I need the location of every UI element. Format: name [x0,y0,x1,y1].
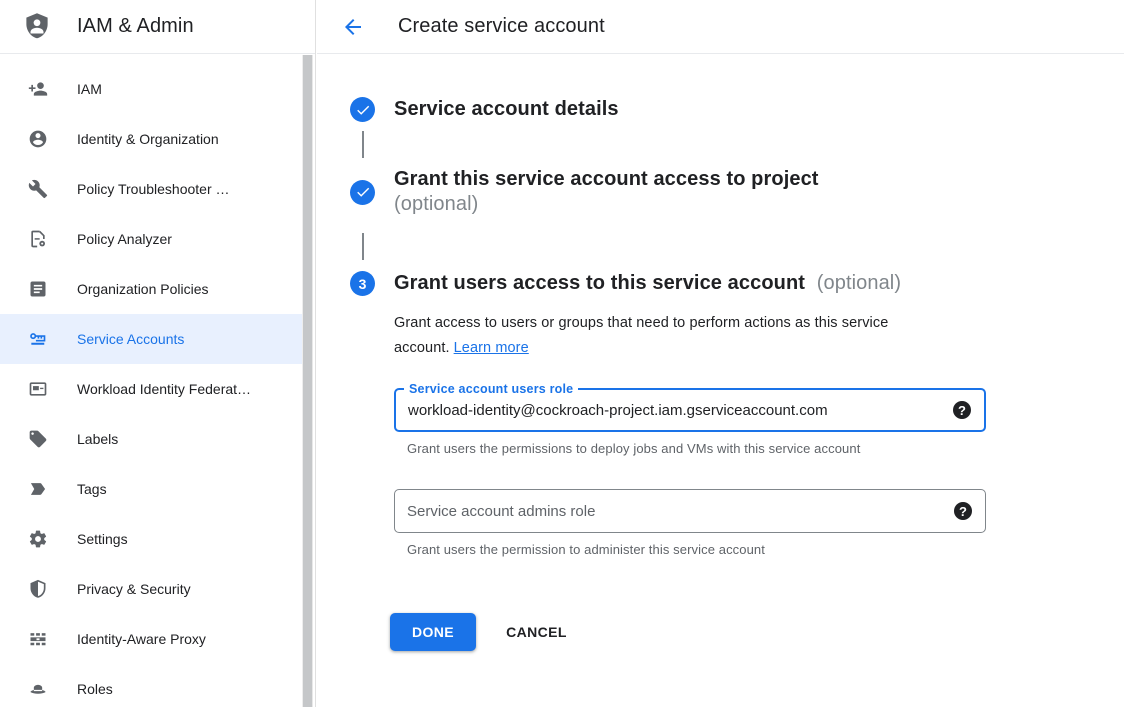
sidebar-item-label: IAM [77,81,102,97]
step-2-check-badge [350,180,375,205]
shield-half-icon [28,579,48,599]
step-3-row: 3 Grant users access to this service acc… [350,271,1124,296]
wizard-actions: DONE CANCEL [390,613,1124,651]
sidebar-item-tags[interactable]: Tags [0,464,302,514]
tag-arrow-icon [28,479,48,499]
label-icon [28,429,48,449]
step-3-title[interactable]: Grant users access to this service accou… [394,271,901,296]
proxy-icon [28,629,48,649]
sidebar-item-identity-organization[interactable]: Identity & Organization [0,114,302,164]
step-1-title[interactable]: Service account details [394,97,619,122]
users-role-floating-label: Service account users role [404,381,578,398]
users-role-helper-text: Grant users the permissions to deploy jo… [407,441,1124,456]
step-3-number-badge: 3 [350,271,375,296]
step-3-optional-label: (optional) [817,272,901,294]
learn-more-link[interactable]: Learn more [454,340,529,356]
sidebar-header: IAM & Admin [0,0,315,54]
sidebar-item-label: Workload Identity Federat… [77,381,251,397]
step-3-description: Grant access to users or groups that nee… [394,311,956,361]
step-2-optional-label: (optional) [394,192,819,217]
users-role-help-icon[interactable]: ? [953,401,971,419]
back-button[interactable] [340,14,366,40]
page-header: Create service account [317,0,1124,54]
wizard-content: Service account details Grant this servi… [317,54,1124,651]
step-2-title[interactable]: Grant this service account access to pro… [394,167,819,217]
sidebar-scrollbar[interactable] [302,55,313,707]
main-panel: Create service account Service account d… [317,0,1124,707]
person-add-icon [28,79,48,99]
page-title: Create service account [398,15,605,38]
sidebar-item-settings[interactable]: Settings [0,514,302,564]
sidebar-item-label: Identity-Aware Proxy [77,631,206,647]
gear-icon [28,529,48,549]
check-icon [355,102,371,118]
sidebar-item-label: Labels [77,431,118,447]
article-icon [28,279,48,299]
sidebar-item-policy-troubleshooter[interactable]: Policy Troubleshooter … [0,164,302,214]
card-icon [28,379,48,399]
sidebar-item-privacy-security[interactable]: Privacy & Security [0,564,302,614]
policy-analyzer-icon [28,229,48,249]
admins-role-help-icon[interactable]: ? [954,502,972,520]
sidebar: IAM & Admin IAM Identity & Organization … [0,0,316,707]
admins-role-helper-text: Grant users the permission to administer… [407,542,1124,557]
sidebar-nav: IAM Identity & Organization Policy Troub… [0,54,315,714]
service-account-key-icon [28,329,48,349]
service-account-users-role-field: Service account users role ? [394,388,986,432]
iam-admin-shield-icon [22,11,52,43]
sidebar-item-label: Organization Policies [77,281,209,297]
step-1-check-badge [350,97,375,122]
cancel-button[interactable]: CANCEL [506,624,567,640]
stepper-connector [362,233,364,260]
hat-icon [28,679,48,699]
sidebar-item-label: Roles [77,681,113,697]
sidebar-item-workload-identity-federation[interactable]: Workload Identity Federat… [0,364,302,414]
sidebar-item-identity-aware-proxy[interactable]: Identity-Aware Proxy [0,614,302,664]
step-2-row: Grant this service account access to pro… [350,167,1124,217]
sidebar-item-label: Service Accounts [77,331,184,347]
stepper-connector [362,131,364,158]
sidebar-item-label: Identity & Organization [77,131,219,147]
sidebar-item-label: Settings [77,531,128,547]
sidebar-item-label: Privacy & Security [77,581,191,597]
sidebar-item-label: Policy Troubleshooter … [77,181,230,197]
step-1-row: Service account details [350,97,1124,122]
check-icon [355,184,371,200]
admins-role-input[interactable] [395,490,985,532]
sidebar-item-iam[interactable]: IAM [0,64,302,114]
sidebar-item-service-accounts[interactable]: Service Accounts [0,314,302,364]
service-account-admins-role-field: ? [394,489,986,533]
step-3-content: Grant access to users or groups that nee… [394,311,1124,651]
sidebar-item-labels[interactable]: Labels [0,414,302,464]
sidebar-item-label: Policy Analyzer [77,231,172,247]
sidebar-item-policy-analyzer[interactable]: Policy Analyzer [0,214,302,264]
sidebar-item-organization-policies[interactable]: Organization Policies [0,264,302,314]
account-circle-icon [28,129,48,149]
sidebar-item-label: Tags [77,481,107,497]
back-arrow-icon [341,15,365,39]
product-name: IAM & Admin [77,15,194,38]
wrench-icon [28,179,48,199]
done-button[interactable]: DONE [390,613,476,651]
